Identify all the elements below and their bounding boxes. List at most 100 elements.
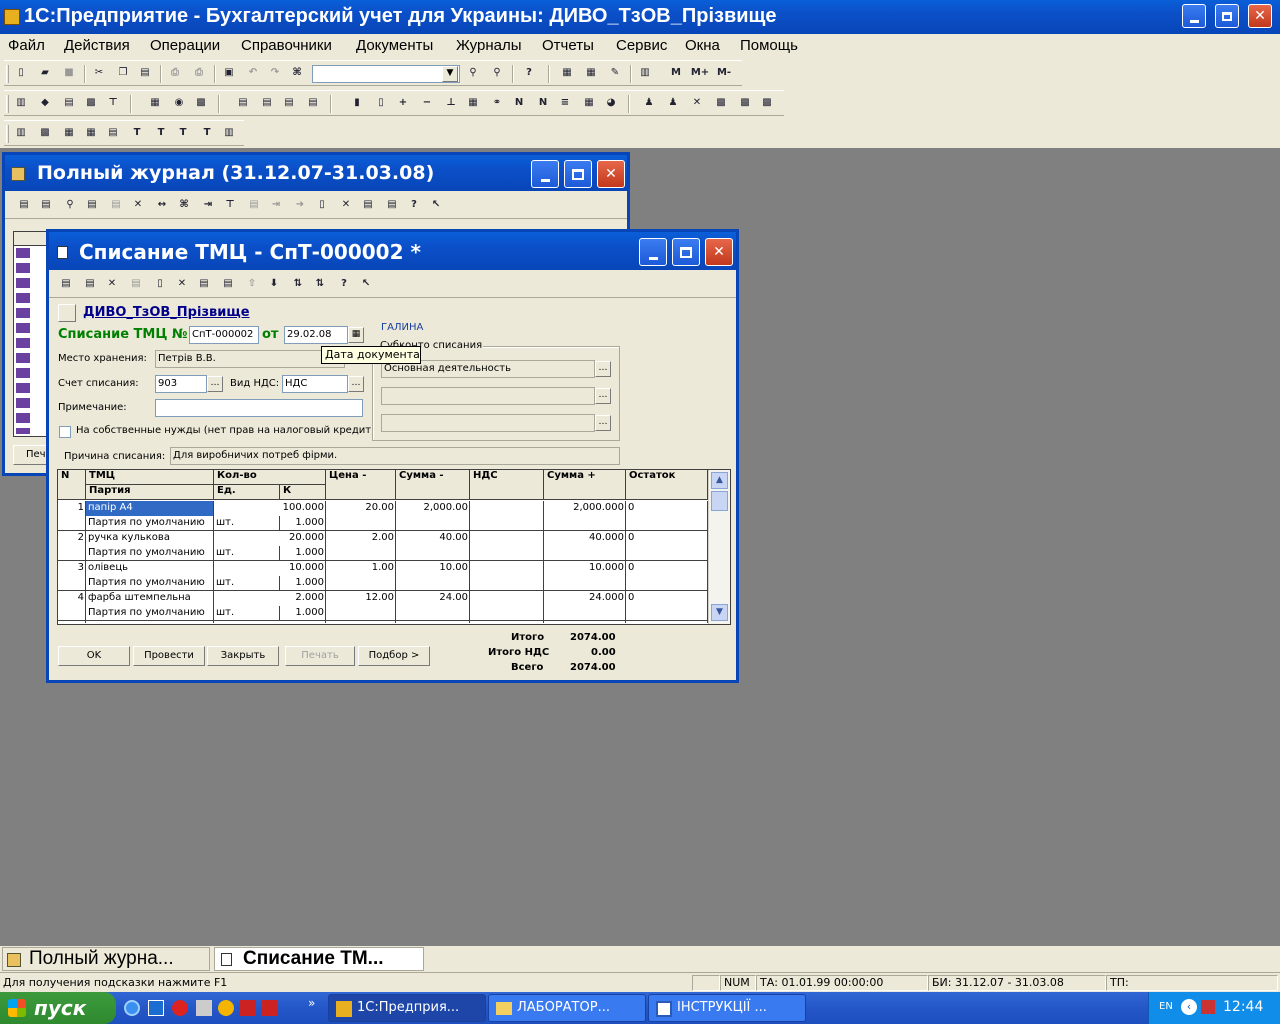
menu-file[interactable]: Файл (8, 37, 45, 54)
search-combo[interactable] (312, 65, 460, 83)
cell-price[interactable]: 20.00 (326, 501, 396, 516)
book2-icon[interactable]: ▯ (374, 96, 388, 110)
j-post-icon[interactable]: ▤ (361, 198, 375, 212)
d-sort-desc-icon[interactable]: ⇅ (313, 277, 327, 291)
cell-n[interactable]: 3 (58, 561, 86, 576)
minimize-button[interactable] (1182, 4, 1206, 28)
doc-table-icon[interactable]: ▦ (62, 126, 76, 140)
journal-icon[interactable]: ▥ (14, 96, 28, 110)
j-dt-icon[interactable]: ✕ (339, 198, 353, 212)
d-help-icon[interactable]: ? (337, 277, 351, 291)
document-maximize-button[interactable] (672, 238, 700, 266)
d-whatsthis-icon[interactable]: ↖ (359, 277, 373, 291)
d-doc-del-icon[interactable]: ▯ (153, 277, 167, 291)
table-row[interactable]: 3 олівець Партия по умолчанию 10.000 шт. 1.00… (58, 561, 708, 591)
menu-operations[interactable]: Операции (150, 37, 220, 54)
cell-price[interactable]: 2.00 (326, 531, 396, 546)
company-select-button[interactable] (58, 304, 76, 322)
scroll-up-button[interactable]: ▲ (711, 472, 728, 489)
memory-mminus-button[interactable]: M- (714, 66, 734, 80)
doc-chart-icon[interactable]: ▥ (222, 126, 236, 140)
print-doc-button[interactable]: Печать (285, 646, 355, 666)
cell-vat[interactable] (470, 501, 544, 516)
journal-minimize-button[interactable] (531, 160, 559, 188)
entries-icon[interactable]: ◆ (38, 96, 52, 110)
edit-icon[interactable]: ✎ (608, 66, 622, 80)
print-preview-icon[interactable]: ⎙ (192, 66, 206, 80)
report1-icon[interactable]: ▤ (236, 96, 250, 110)
journal-list[interactable] (13, 231, 49, 437)
menu-reports[interactable]: Отчеты (542, 37, 594, 54)
table-scrollbar[interactable]: ▲ ▼ (708, 470, 730, 624)
tab-journal[interactable]: Полный журна... (2, 947, 210, 971)
cell-sum-minus[interactable]: 40.00 (396, 531, 470, 546)
post-button[interactable]: Провести (133, 646, 205, 666)
j-find-icon[interactable]: ⚲ (63, 198, 77, 212)
note-field[interactable] (155, 399, 363, 417)
reason-field[interactable]: Для виробничих потреб фірми. (170, 447, 620, 465)
quicklaunch-more-icon[interactable]: » (308, 996, 315, 1010)
cell-n[interactable]: 4 (58, 591, 86, 606)
j-fil3-icon[interactable]: ⇥ (269, 198, 283, 212)
cell-tmc[interactable]: фарба штемпельна (86, 591, 214, 606)
task-word[interactable]: ІНСТРУКЦІЇ ... (648, 994, 806, 1022)
cell-price[interactable]: 12.00 (326, 591, 396, 606)
doc-grid-icon[interactable]: ▩ (38, 126, 52, 140)
d-struct-icon[interactable]: ▤ (221, 277, 235, 291)
cell-qty[interactable]: 10.000 (214, 561, 326, 576)
undo-icon[interactable]: ↶ (246, 66, 260, 80)
calc2-icon[interactable]: ▦ (582, 96, 596, 110)
minus-icon[interactable]: − (420, 96, 434, 110)
restore-button[interactable] (1215, 4, 1239, 28)
subconto-select-3[interactable]: … (595, 415, 611, 431)
d-up-icon[interactable]: ⇧ (245, 277, 259, 291)
quicklaunch-app2-icon[interactable] (262, 1000, 278, 1016)
menu-documents[interactable]: Документы (356, 37, 433, 54)
j-doc-del-icon[interactable]: ▯ (315, 198, 329, 212)
lines-icon[interactable]: ≡ (558, 96, 572, 110)
person2-icon[interactable]: ♟ (666, 96, 680, 110)
find-icon[interactable]: ⚲ (466, 66, 480, 80)
account-select-button[interactable]: … (207, 376, 223, 392)
cell-party[interactable]: Партия по умолчанию (86, 606, 214, 621)
operations-icon[interactable]: ▩ (84, 96, 98, 110)
cell-sum-minus[interactable]: 24.00 (396, 591, 470, 606)
grid-icon[interactable]: ▦ (466, 96, 480, 110)
start-button[interactable]: пуск (0, 992, 116, 1024)
account-field[interactable]: 903 (155, 375, 207, 393)
cell-unit[interactable]: шт. (214, 576, 280, 591)
cell-tmc[interactable]: папір А4 (86, 501, 214, 516)
j-move-icon[interactable]: ⇥ (201, 198, 215, 212)
save-icon[interactable]: ■ (62, 66, 76, 80)
memory-mplus-button[interactable]: M+ (690, 66, 710, 80)
d-down-icon[interactable]: ⬇ (267, 277, 281, 291)
subconto-field-3[interactable] (381, 414, 595, 432)
cell-qty[interactable]: 100.000 (214, 501, 326, 516)
cell-k[interactable]: 1.000 (280, 576, 326, 591)
j-copy2-icon[interactable]: ▤ (109, 198, 123, 212)
cell-k[interactable]: 1.000 (280, 606, 326, 621)
redo-icon[interactable]: ↷ (268, 66, 282, 80)
tray-back-icon[interactable]: ‹ (1181, 999, 1197, 1015)
journal-title-bar[interactable]: Полный журнал (31.12.07-31.03.08) ✕ (5, 155, 627, 191)
chart-accounts-icon[interactable]: ▤ (62, 96, 76, 110)
cell-rest[interactable]: 0 (626, 501, 708, 516)
j-help-icon[interactable]: ? (407, 198, 421, 212)
cell-vat[interactable] (470, 531, 544, 546)
memory-m-button[interactable]: M (668, 66, 684, 80)
j-copy-icon[interactable]: ▤ (39, 198, 53, 212)
print-icon[interactable]: ⎙ (168, 66, 182, 80)
tool2-icon[interactable]: ▩ (714, 96, 728, 110)
d-dup-icon[interactable]: ▤ (129, 277, 143, 291)
quicklaunch-media-icon[interactable] (218, 1000, 234, 1016)
select-button[interactable]: Подбор > (358, 646, 430, 666)
report4-icon[interactable]: ▤ (306, 96, 320, 110)
quicklaunch-app1-icon[interactable] (240, 1000, 256, 1016)
j-delete-icon[interactable]: ✕ (131, 198, 145, 212)
menu-actions[interactable]: Действия (64, 37, 130, 54)
new-icon[interactable]: ▯ (14, 66, 28, 80)
cell-vat[interactable] (470, 591, 544, 606)
calendar-icon[interactable]: ▦ (348, 327, 364, 343)
table-row[interactable]: 4 фарба штемпельна Партия по умолчанию 2.00… (58, 591, 708, 621)
company-link[interactable]: ДИВО_ТзОВ_Прізвище (83, 305, 250, 320)
